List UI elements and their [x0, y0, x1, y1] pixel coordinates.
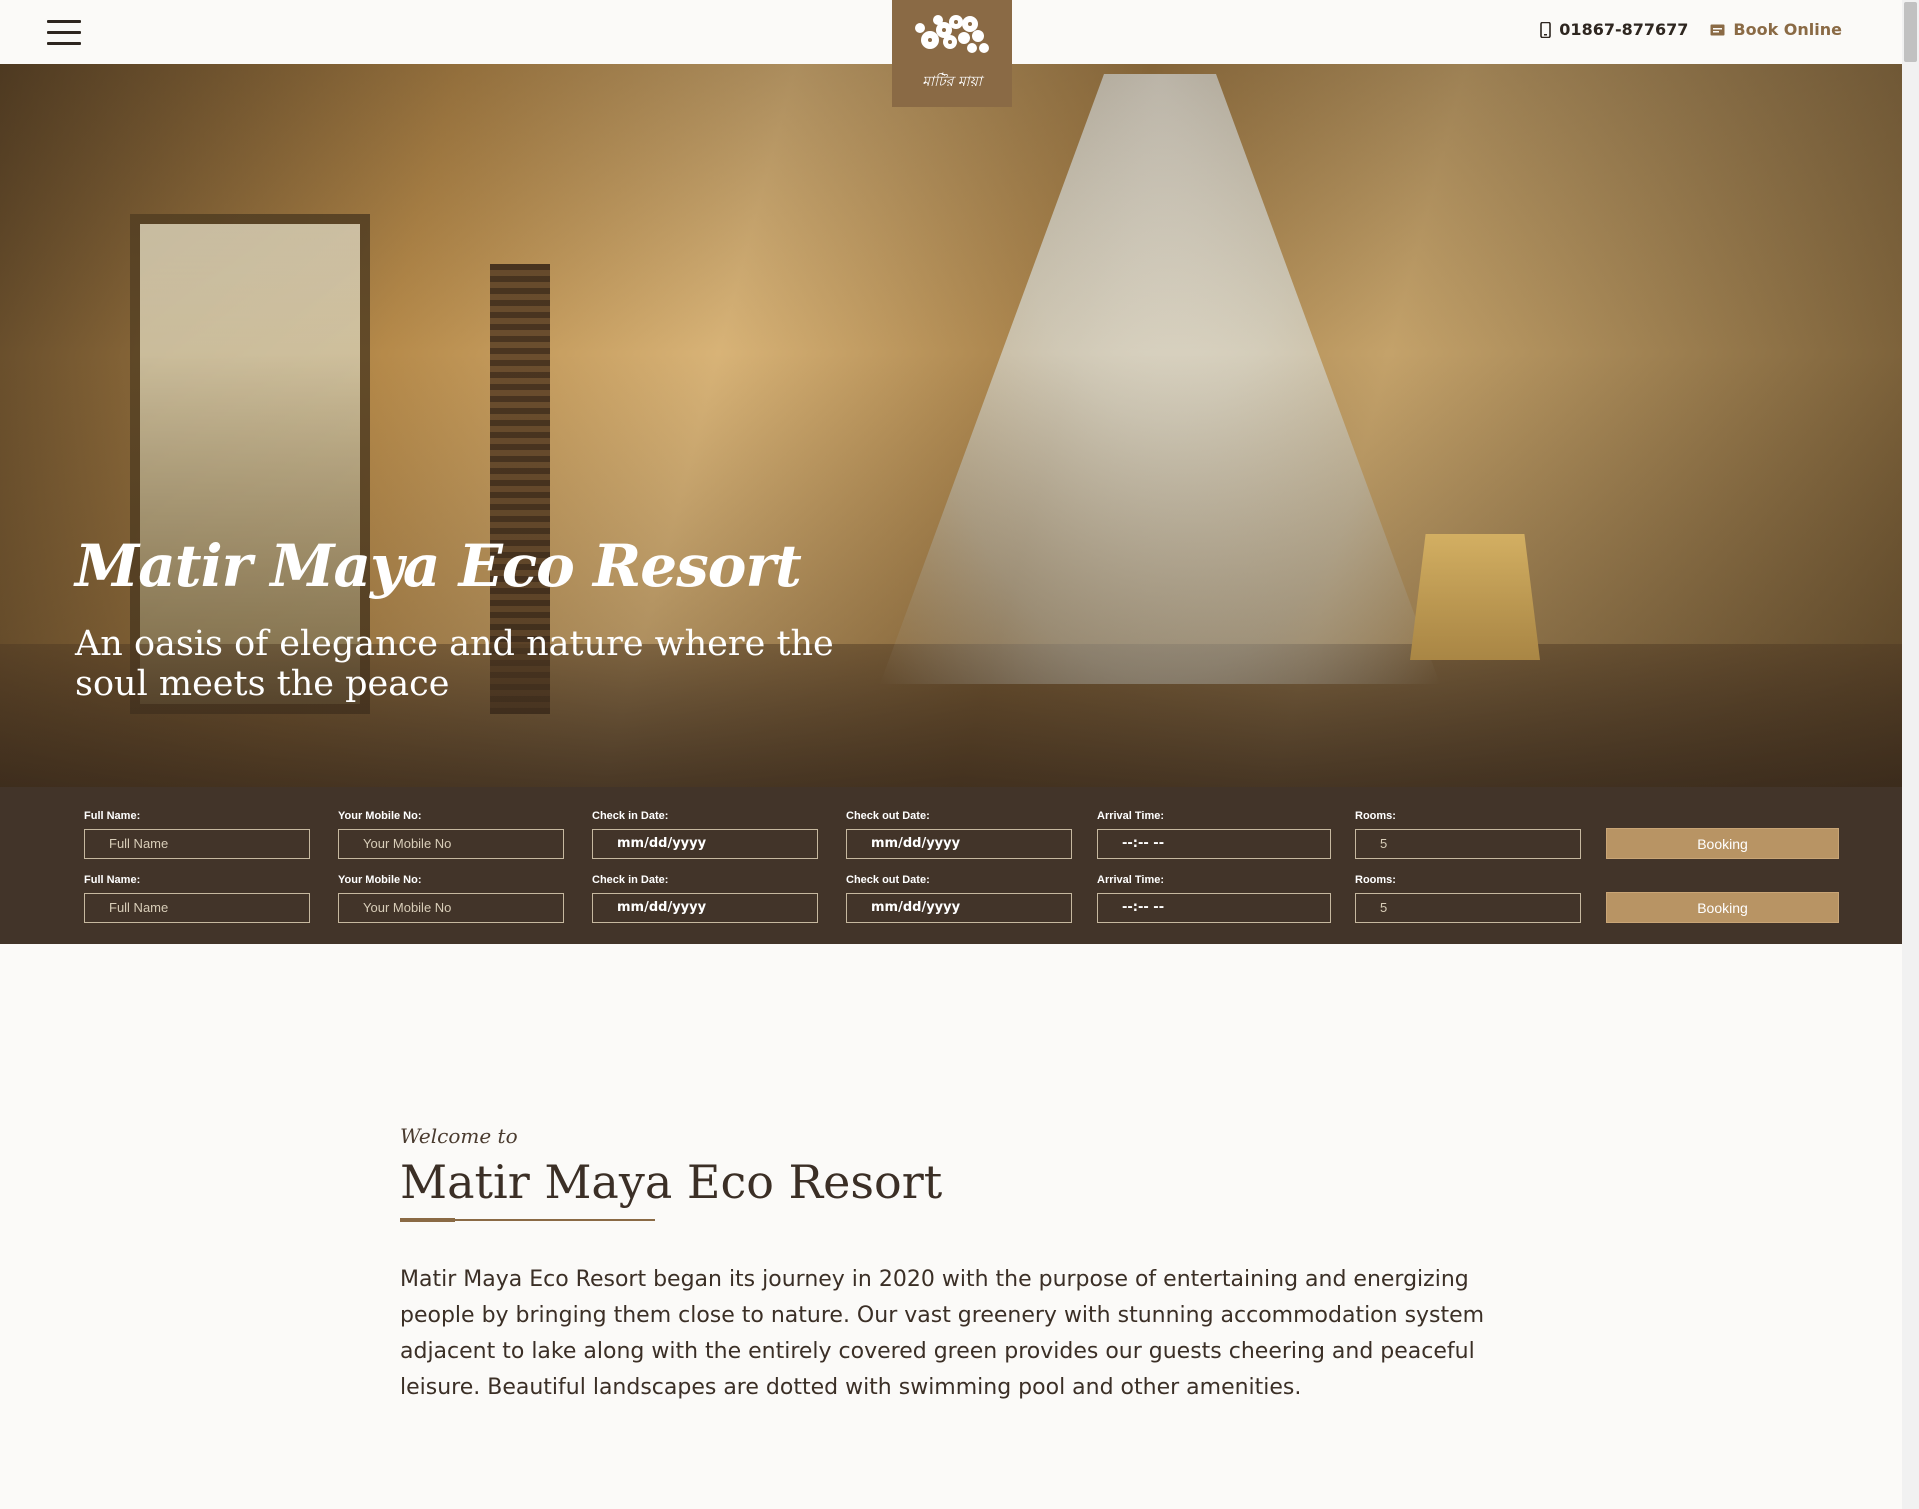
rooms-input[interactable]: 5 — [1355, 829, 1581, 859]
name-field: Full Name: Full Name — [84, 809, 310, 859]
checkin-input[interactable]: mm/dd/yyyy — [592, 893, 818, 923]
mobile-label: Your Mobile No: — [338, 810, 422, 822]
arrival-input[interactable]: --:-- -- — [1097, 893, 1331, 923]
name-input[interactable]: Full Name — [84, 893, 310, 923]
name-label: Full Name: — [84, 874, 141, 886]
checkout-field: Check out Date: mm/dd/yyyy — [846, 809, 1072, 859]
arrival-field: Arrival Time: --:-- -- — [1097, 873, 1331, 923]
flower-logo-icon — [915, 15, 989, 53]
booking-form: Full Name: Full Name Your Mobile No: You… — [0, 787, 1902, 944]
checkin-field: Check in Date: mm/dd/yyyy — [592, 873, 818, 923]
mobile-field: Your Mobile No: Your Mobile No — [338, 873, 564, 923]
rooms-label: Rooms: — [1355, 874, 1396, 886]
hero-title: Matir Maya Eco Resort — [75, 532, 802, 600]
rooms-field: Rooms: 5 — [1355, 873, 1581, 923]
checkin-label: Check in Date: — [592, 874, 669, 886]
checkout-label: Check out Date: — [846, 810, 930, 822]
logo-text: মাটির মায়া — [922, 74, 982, 90]
checkin-input[interactable]: mm/dd/yyyy — [592, 829, 818, 859]
arrival-input[interactable]: --:-- -- — [1097, 829, 1331, 859]
arrival-field: Arrival Time: --:-- -- — [1097, 809, 1331, 859]
welcome-title: Matir Maya Eco Resort — [400, 1155, 943, 1209]
checkout-input[interactable]: mm/dd/yyyy — [846, 893, 1072, 923]
checkout-input[interactable]: mm/dd/yyyy — [846, 829, 1072, 859]
welcome-eyebrow: Welcome to — [400, 1124, 518, 1148]
title-divider-accent — [400, 1218, 455, 1222]
arrival-label: Arrival Time: — [1097, 810, 1165, 822]
menu-icon[interactable] — [47, 20, 81, 46]
phone-link[interactable]: 01867-877677 — [1540, 20, 1688, 39]
book-online-label: Book Online — [1733, 20, 1842, 39]
rooms-field: Rooms: 5 — [1355, 809, 1581, 859]
phone-icon — [1540, 21, 1552, 38]
rooms-input[interactable]: 5 — [1355, 893, 1581, 923]
checkout-label: Check out Date: — [846, 874, 930, 886]
name-field: Full Name: Full Name — [84, 873, 310, 923]
calendar-icon — [1710, 24, 1725, 36]
hero-banner: Matir Maya Eco Resort An oasis of elegan… — [0, 64, 1902, 787]
phone-number: 01867-877677 — [1559, 20, 1689, 39]
mobile-input[interactable]: Your Mobile No — [338, 829, 564, 859]
welcome-body: Matir Maya Eco Resort began its journey … — [400, 1267, 1485, 1400]
book-online-link[interactable]: Book Online — [1710, 20, 1842, 39]
hero-subtitle: An oasis of elegance and nature where th… — [75, 624, 834, 704]
site-logo[interactable]: মাটির মায়া — [892, 0, 1012, 107]
booking-button[interactable]: Booking — [1606, 892, 1839, 923]
name-label: Full Name: — [84, 810, 141, 822]
scrollbar-thumb[interactable] — [1904, 2, 1917, 62]
header-contact: 01867-877677 Book Online — [1540, 20, 1842, 39]
mobile-label: Your Mobile No: — [338, 874, 422, 886]
scrollbar[interactable] — [1902, 0, 1919, 1509]
arrival-label: Arrival Time: — [1097, 874, 1165, 886]
booking-button[interactable]: Booking — [1606, 828, 1839, 859]
checkin-field: Check in Date: mm/dd/yyyy — [592, 809, 818, 859]
name-input[interactable]: Full Name — [84, 829, 310, 859]
mobile-input[interactable]: Your Mobile No — [338, 893, 564, 923]
mobile-field: Your Mobile No: Your Mobile No — [338, 809, 564, 859]
checkout-field: Check out Date: mm/dd/yyyy — [846, 873, 1072, 923]
rooms-label: Rooms: — [1355, 810, 1396, 822]
checkin-label: Check in Date: — [592, 810, 669, 822]
